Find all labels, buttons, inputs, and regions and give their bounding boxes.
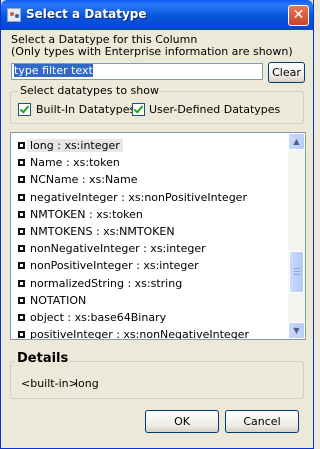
square-bullet-icon [18, 193, 25, 201]
list-item[interactable]: negativeInteger : xs:nonPositiveInteger [11, 189, 287, 206]
square-bullet-icon [18, 245, 25, 253]
details-kind: <built-in> [21, 377, 78, 390]
scroll-down-button[interactable]: ▼ [288, 322, 305, 339]
dialog-window: Select a Datatype ✕ Select a Datatype fo… [0, 0, 314, 449]
ok-button[interactable]: OK [145, 410, 219, 433]
list-item-label: normalizedString : xs:string [30, 276, 183, 290]
window-title: Select a Datatype [26, 7, 147, 21]
details-name: long [75, 377, 99, 390]
list-item[interactable]: long : xs:integer [11, 137, 287, 154]
list-item[interactable]: positiveInteger : xs:nonNegativeInteger [11, 326, 287, 340]
scroll-thumb[interactable] [289, 251, 304, 293]
square-bullet-icon [18, 227, 25, 235]
intro-line-2: (Only types with Enterprise information … [11, 45, 293, 58]
list-item[interactable]: NCName : xs:Name [11, 171, 287, 188]
list-item[interactable]: nonPositiveInteger : xs:integer [11, 257, 287, 274]
list-item-label: NMTOKENS : xs:NMTOKEN [30, 224, 175, 238]
square-bullet-icon [18, 159, 25, 167]
arrow-down-icon: ▼ [293, 326, 300, 335]
list-item[interactable]: object : xs:base64Binary [11, 309, 287, 326]
filter-input[interactable]: type filter text [11, 63, 263, 80]
list-item-label: positiveInteger : xs:nonNegativeInteger [30, 328, 249, 340]
builtin-datatypes-label[interactable]: Built-In Datatypes [36, 103, 135, 116]
list-item-label: nonNegativeInteger : xs:integer [30, 242, 206, 256]
list-item-label: Name : xs:token [30, 156, 120, 170]
arrow-up-icon: ▲ [293, 137, 300, 146]
list-item-label: negativeInteger : xs:nonPositiveInteger [30, 190, 247, 204]
list-item[interactable]: normalizedString : xs:string [11, 275, 287, 292]
list-item[interactable]: Name : xs:token [11, 154, 287, 171]
details-title: Details [15, 351, 71, 366]
clear-button[interactable]: Clear [268, 62, 305, 83]
list-item-label: NCName : xs:Name [30, 173, 138, 187]
list-item[interactable]: NOTATION [11, 292, 287, 309]
square-bullet-icon [18, 331, 25, 339]
list-item-label: long : xs:integer [27, 139, 123, 152]
square-bullet-icon [18, 313, 25, 321]
square-bullet-icon [18, 262, 25, 270]
vertical-scrollbar[interactable]: ▲ ▼ [288, 133, 305, 339]
list-item-label: nonPositiveInteger : xs:integer [30, 259, 199, 273]
close-icon: ✕ [292, 7, 305, 23]
square-bullet-icon [18, 142, 25, 149]
scroll-up-button[interactable]: ▲ [288, 133, 305, 150]
list-item[interactable]: NMTOKENS : xs:NMTOKEN [11, 223, 287, 240]
userdefined-datatypes-label[interactable]: User-Defined Datatypes [149, 103, 280, 116]
list-item[interactable]: NMTOKEN : xs:token [11, 206, 287, 223]
datatype-list-items: long : xs:integer Name : xs:token NCName :… [11, 137, 287, 340]
filter-input-text: type filter text [14, 64, 93, 77]
cancel-button[interactable]: Cancel [225, 410, 299, 433]
list-item-label: object : xs:base64Binary [30, 310, 167, 324]
builtin-datatypes-checkbox[interactable] [18, 103, 31, 116]
list-item-label: NMTOKEN : xs:token [30, 207, 143, 221]
list-item-label: NOTATION [30, 293, 87, 307]
square-bullet-icon [18, 176, 25, 184]
close-button[interactable]: ✕ [288, 5, 309, 26]
square-bullet-icon [18, 296, 25, 304]
app-icon [7, 8, 21, 22]
title-bar[interactable]: Select a Datatype ✕ [1, 0, 313, 30]
square-bullet-icon [18, 279, 25, 287]
list-item[interactable]: nonNegativeInteger : xs:integer [11, 240, 287, 257]
datatype-list[interactable]: long : xs:integer Name : xs:token NCName :… [10, 132, 306, 340]
userdefined-datatypes-checkbox[interactable] [132, 103, 145, 116]
square-bullet-icon [18, 210, 25, 218]
datatypes-group-legend: Select datatypes to show [18, 84, 161, 97]
